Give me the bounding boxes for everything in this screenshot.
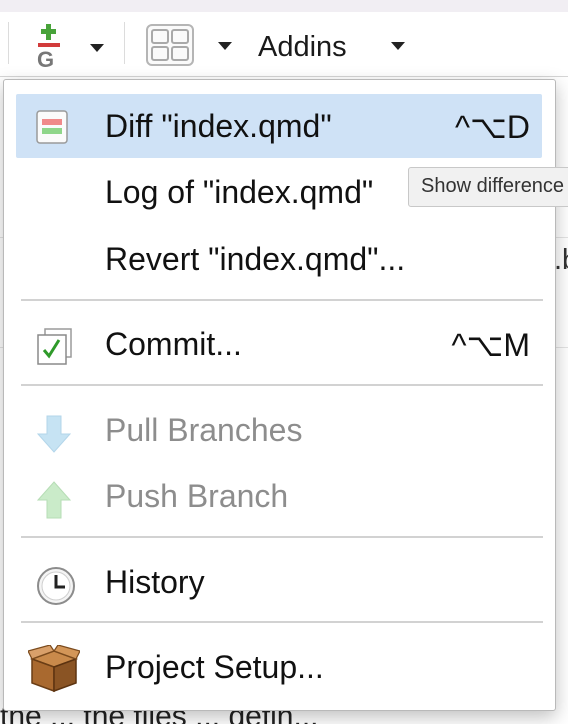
- chevron-down-icon: [90, 44, 104, 52]
- menu-item-label: Commit...: [105, 326, 242, 362]
- push-arrow-icon: [36, 480, 76, 520]
- git-menu-button[interactable]: G: [28, 22, 118, 68]
- diff-icon: [36, 110, 76, 150]
- background-text: .b: [554, 244, 568, 276]
- clock-icon: [36, 566, 76, 606]
- box-icon: [27, 644, 81, 693]
- toolbar-separator: [124, 22, 125, 64]
- menu-item-commit[interactable]: Commit... ^⌥M: [16, 312, 542, 376]
- menu-separator: [21, 299, 543, 301]
- addins-button[interactable]: Addins: [252, 22, 412, 68]
- pull-arrow-icon: [36, 414, 76, 454]
- menu-item-revert[interactable]: Revert "index.qmd"...: [16, 227, 542, 291]
- menu-item-label: History: [105, 564, 205, 600]
- menu-separator: [21, 621, 543, 623]
- menu-separator: [21, 536, 543, 538]
- pane-layout-button[interactable]: [140, 22, 240, 68]
- menu-item-label: Diff "index.qmd": [105, 108, 332, 144]
- menu-separator: [21, 384, 543, 386]
- menu-item-label: Log of "index.qmd": [105, 174, 374, 210]
- menu-item-label: Pull Branches: [105, 412, 303, 448]
- main-toolbar: G Addins: [0, 12, 568, 77]
- menu-item-label: Revert "index.qmd"...: [105, 241, 406, 277]
- tooltip: Show difference: [408, 167, 568, 207]
- svg-text:G: G: [37, 47, 54, 68]
- git-add-icon: G: [37, 24, 60, 68]
- pane-layout-icon: [146, 24, 194, 66]
- menu-item-shortcut: ^⌥M: [451, 327, 530, 363]
- menu-item-label: Push Branch: [105, 478, 289, 514]
- commit-icon: [36, 328, 76, 368]
- menu-item-push-branch[interactable]: Push Branch: [16, 464, 542, 528]
- window-top-strip: [0, 0, 568, 12]
- chevron-down-icon: [218, 42, 232, 50]
- menu-item-project-setup[interactable]: Project Setup...: [16, 635, 542, 699]
- menu-item-pull-branches[interactable]: Pull Branches: [16, 398, 542, 462]
- toolbar-separator: [8, 22, 9, 64]
- chevron-down-icon: [391, 42, 405, 50]
- menu-item-history[interactable]: History: [16, 550, 542, 614]
- menu-item-diff[interactable]: Diff "index.qmd" ^⌥D: [16, 94, 542, 158]
- addins-label: Addins: [258, 31, 347, 63]
- menu-item-shortcut: ^⌥D: [455, 109, 530, 145]
- menu-item-label: Project Setup...: [105, 649, 324, 685]
